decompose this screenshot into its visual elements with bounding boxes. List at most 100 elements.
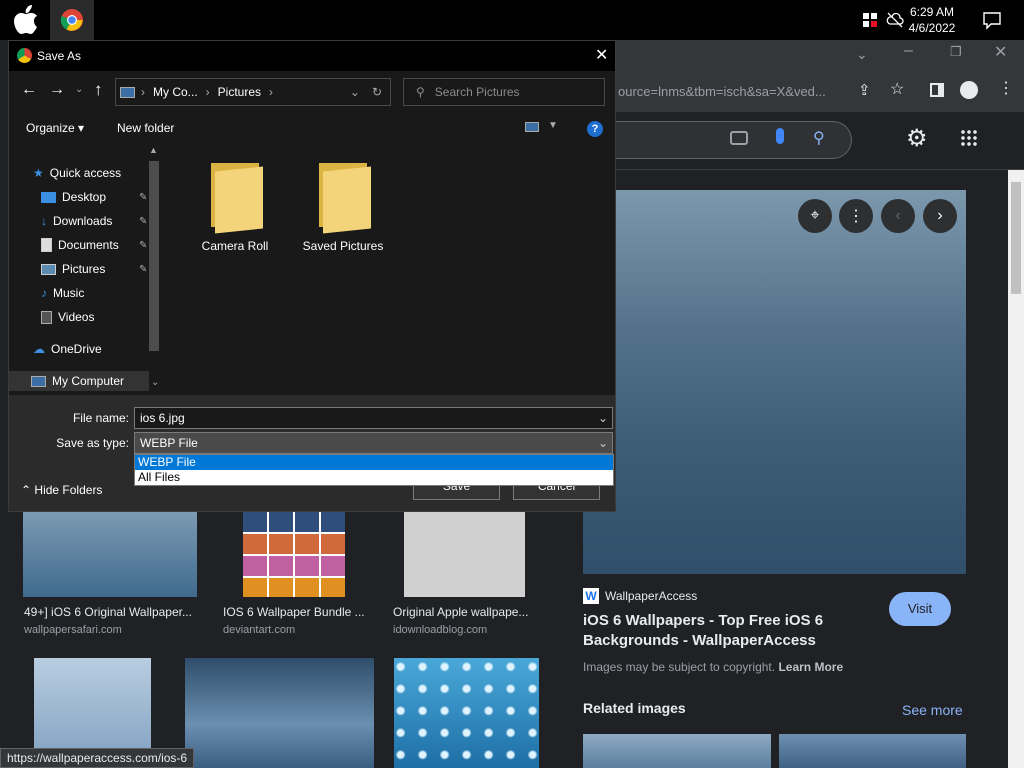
dropdown-option[interactable]: All Files [135,470,613,485]
folder-item[interactable]: Camera Roll [185,159,285,253]
notification-icon[interactable] [982,10,1002,30]
related-image[interactable] [779,734,966,768]
settings-gear-icon[interactable]: ⚙ [906,124,928,153]
chevron-up-icon: ⌃ [21,483,32,497]
related-image[interactable] [583,734,771,768]
bookmark-star-icon[interactable]: ☆ [890,79,904,99]
back-arrow-icon[interactable]: ← [21,81,37,99]
pin-icon[interactable]: ✎ [139,240,147,251]
refresh-icon[interactable]: ↻ [372,85,382,99]
share-icon[interactable]: ⇪ [858,81,871,99]
source-site[interactable]: W WallpaperAccess [583,588,697,604]
result-title[interactable]: Original Apple wallpape... [393,605,528,619]
close-icon[interactable]: ✕ [595,41,608,71]
restore-icon[interactable]: ❐ [950,44,962,60]
scrollbar-thumb[interactable] [1011,182,1021,294]
download-icon: ↓ [41,214,47,228]
breadcrumb-item[interactable]: My Co... [153,85,198,99]
camera-icon[interactable] [730,131,748,145]
pin-icon[interactable]: ✎ [139,216,147,227]
save-type-dropdown: WEBP File All Files [134,454,614,486]
result-thumbnail[interactable] [185,658,374,768]
more-options-icon[interactable]: ⋮ [839,199,873,233]
tab-search-icon[interactable]: ⌄ [856,46,868,63]
apple-icon[interactable] [4,0,48,40]
nav-quick-access[interactable]: ★ Quick access [33,163,121,183]
result-title[interactable]: 49+] iOS 6 Original Wallpaper... [24,605,192,619]
scroll-down-icon[interactable]: ⌄ [151,377,159,388]
learn-more-link[interactable]: Learn More [778,660,843,674]
breadcrumb-item[interactable]: Pictures [218,85,261,99]
visit-button[interactable]: Visit [889,592,951,626]
view-options-icon[interactable] [525,122,539,132]
address-path[interactable]: › My Co... › Pictures › ⌄ ↻ [115,78,391,106]
result-thumbnail[interactable] [23,512,197,597]
forward-arrow-icon[interactable]: → [49,81,65,99]
pin-icon[interactable]: ✎ [139,192,147,203]
folder-item[interactable]: Saved Pictures [293,159,393,253]
nav-desktop[interactable]: Desktop ✎ [41,187,147,207]
nav-documents[interactable]: Documents ✎ [41,235,147,255]
computer-icon [120,86,135,98]
nav-my-computer[interactable]: My Computer [9,371,149,391]
dropdown-option[interactable]: WEBP File [135,455,613,470]
search-icon[interactable]: ⚲ [813,128,825,148]
file-list-pane: Camera Roll Saved Pictures [165,143,615,395]
nav-onedrive[interactable]: ☁ OneDrive [33,339,102,359]
organize-button[interactable]: Organize ▾ [26,121,84,135]
preview-image[interactable]: ⌖ ⋮ ‹ › [583,190,966,574]
result-thumbnail[interactable] [243,512,345,597]
address-bar[interactable]: ource=lnms&tbm=isch&sa=X&ved... [618,77,850,107]
clock[interactable]: 6:29 AM 4/6/2022 [902,4,962,36]
save-type-select[interactable]: WEBP File ⌄ [134,432,613,454]
result-thumbnail[interactable] [394,658,539,768]
folder-label: Camera Roll [201,239,269,253]
chevron-right-icon: › [269,85,274,99]
see-more-link[interactable]: See more [902,702,963,718]
chevron-down-icon[interactable]: ▼ [548,120,558,131]
nav-music[interactable]: ♪ Music [41,283,84,303]
search-box[interactable]: ⚲ [600,121,852,159]
file-name-input[interactable]: ios 6.jpg ⌄ [134,407,613,429]
result-source: wallpapersafari.com [24,624,122,636]
hide-folders-toggle[interactable]: ⌃ Hide Folders [21,483,102,497]
result-title[interactable]: IOS 6 Wallpaper Bundle ... [223,605,365,619]
microphone-icon[interactable] [776,128,784,144]
nav-videos[interactable]: Videos [41,307,94,327]
chevron-down-icon[interactable]: ⌄ [598,433,608,453]
nav-downloads[interactable]: ↓ Downloads ✎ [41,211,147,231]
chevron-down-icon[interactable]: ⌄ [598,408,608,428]
lens-icon[interactable]: ⌖ [798,199,832,233]
clock-date: 4/6/2022 [908,21,956,35]
side-panel-icon[interactable] [930,83,944,97]
minimize-icon[interactable]: – [904,42,913,60]
result-thumbnail[interactable] [404,512,525,597]
menu-dots-icon[interactable]: ⋮ [998,78,1014,98]
chrome-icon[interactable] [50,0,94,40]
up-arrow-icon[interactable]: ↑ [94,80,103,100]
scroll-up-icon[interactable]: ▲ [149,145,158,155]
desktop-icon [41,191,56,203]
folder-label: Saved Pictures [302,239,384,253]
apps-grid-icon[interactable] [960,129,978,147]
computer-icon [31,375,46,387]
dialog-title: Save As [37,49,82,63]
close-window-icon[interactable]: ✕ [994,42,1007,62]
recent-locations-icon[interactable]: ⌄ [75,84,83,95]
chevron-down-icon[interactable]: ⌄ [350,85,360,99]
pin-icon[interactable]: ✎ [139,264,147,275]
nav-scrollbar-thumb[interactable] [149,161,159,351]
nav-label: Quick access [49,166,122,180]
documents-icon [41,238,52,252]
profile-icon[interactable] [960,81,978,99]
next-icon[interactable]: › [923,199,957,233]
save-type-value: WEBP File [140,436,198,450]
result-title-link[interactable]: iOS 6 Wallpapers - Top Free iOS 6 Backgr… [583,611,873,651]
security-icon[interactable] [862,12,878,28]
search-pictures-input[interactable]: ⚲ Search Pictures [403,78,605,106]
file-name-label: File name: [72,411,129,425]
previous-icon[interactable]: ‹ [881,199,915,233]
new-folder-button[interactable]: New folder [117,121,174,135]
nav-pictures[interactable]: Pictures ✎ [41,259,147,279]
help-icon[interactable]: ? [587,121,603,137]
